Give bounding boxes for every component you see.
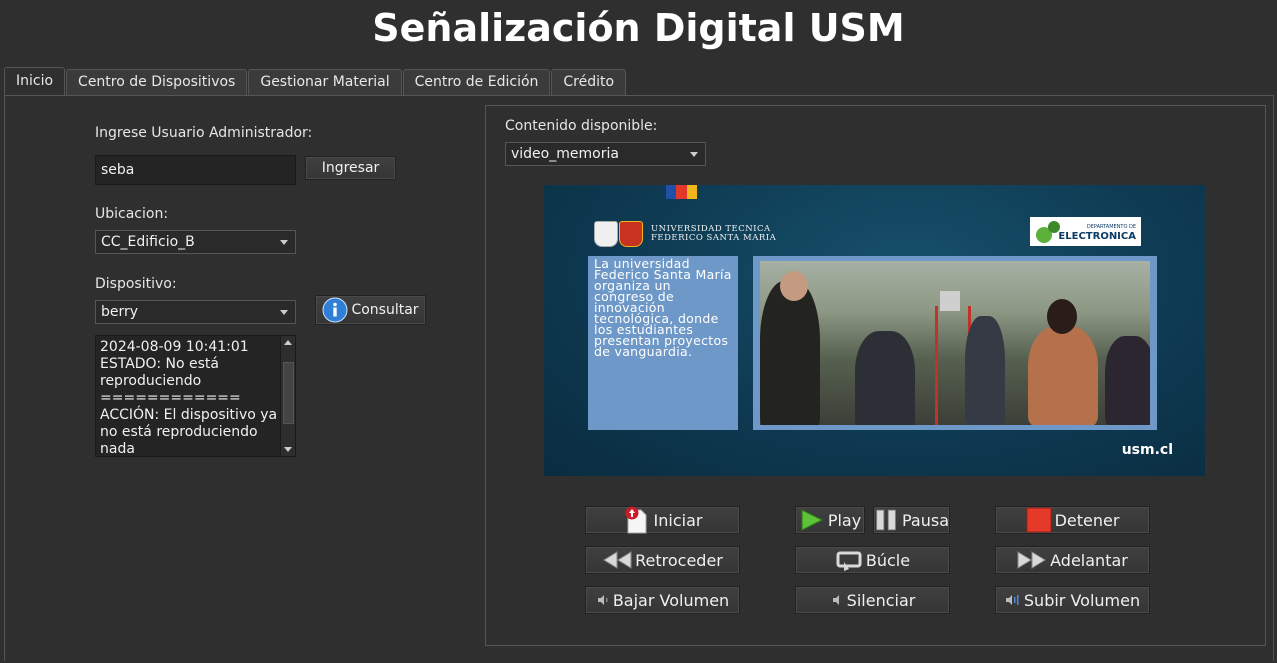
tab-credito[interactable]: Crédito [551, 69, 627, 95]
tab-centro-edicion[interactable]: Centro de Edición [402, 69, 551, 95]
bucle-label: Búcle [865, 550, 911, 570]
dept-label: ELECTRONICA [1058, 230, 1136, 242]
tab-gestionar-material[interactable]: Gestionar Material [248, 69, 402, 95]
content-select-value: video_memoria [511, 146, 619, 162]
adelantar-label: Adelantar [1050, 550, 1128, 570]
scroll-up-icon[interactable] [284, 340, 292, 345]
bucle-button[interactable]: Búcle [795, 546, 950, 574]
play-button[interactable]: Play [795, 506, 865, 534]
consultar-button[interactable]: Consultar [315, 295, 426, 325]
iniciar-label: Iniciar [653, 510, 703, 530]
device-label: Dispositivo: [95, 276, 177, 292]
stop-icon [1026, 507, 1052, 533]
retroceder-button[interactable]: Retroceder [585, 546, 740, 574]
bajar-volumen-label: Bajar Volumen [612, 590, 730, 610]
log-line: ESTADO: No está reproduciendo [100, 356, 219, 389]
chevron-down-icon [690, 151, 698, 157]
log-scrollbar[interactable] [280, 336, 295, 456]
video-preview: UNIVERSIDAD TECNICA FEDERICO SANTA MARIA… [544, 185, 1205, 476]
volume-down-icon [597, 595, 608, 605]
app-title: Señalización Digital USM [372, 6, 905, 50]
video-footer: usm.cl [1121, 442, 1173, 458]
location-label: Ubicacion: [95, 206, 169, 222]
university-line-2: FEDERICO SANTA MARIA [651, 233, 777, 243]
pausa-button[interactable]: Pausa [873, 506, 950, 534]
tab-inicio[interactable]: Inicio [4, 67, 66, 96]
chevron-down-icon [280, 239, 288, 245]
ingresar-button[interactable]: Ingresar [305, 156, 396, 180]
content-label: Contenido disponible: [505, 118, 658, 134]
retroceder-label: Retroceder [635, 550, 723, 570]
volume-up-icon [1005, 595, 1019, 605]
adelantar-button[interactable]: Adelantar [995, 546, 1150, 574]
silenciar-button[interactable]: Silenciar [795, 586, 950, 614]
subir-volumen-button[interactable]: Subir Volumen [995, 586, 1150, 614]
university-name: UNIVERSIDAD TECNICA FEDERICO SANTA MARIA [651, 225, 776, 243]
rewind-icon [603, 551, 632, 569]
upload-file-icon [625, 506, 647, 534]
pausa-label: Pausa [901, 510, 949, 530]
device-select[interactable]: berry [95, 300, 296, 324]
scroll-thumb[interactable] [283, 362, 294, 424]
chevron-down-icon [280, 309, 288, 315]
log-line: ============ [100, 390, 241, 406]
usm-crest-icon [594, 221, 618, 247]
device-status-log[interactable]: 2024-08-09 10:41:01 ESTADO: No está repr… [95, 335, 296, 457]
shield-icon [619, 221, 643, 247]
flag-stripes [666, 185, 697, 199]
iniciar-button[interactable]: Iniciar [585, 506, 740, 534]
detener-label: Detener [1054, 510, 1120, 530]
location-select-value: CC_Edificio_B [101, 234, 195, 250]
tab-bar: Inicio Centro de Dispositivos Gestionar … [4, 67, 627, 96]
bajar-volumen-button[interactable]: Bajar Volumen [585, 586, 740, 614]
device-select-value: berry [101, 304, 139, 320]
tab-centro-dispositivos[interactable]: Centro de Dispositivos [66, 69, 248, 95]
scroll-down-icon[interactable] [284, 447, 292, 452]
admin-user-label: Ingrese Usuario Administrador: [95, 125, 313, 141]
mute-icon [832, 595, 839, 605]
admin-user-input[interactable]: seba [95, 155, 296, 185]
log-line: 2024-08-09 10:41:01 [100, 339, 249, 355]
detener-button[interactable]: Detener [995, 506, 1150, 534]
fast-forward-icon [1017, 551, 1047, 569]
subir-volumen-label: Subir Volumen [1023, 590, 1141, 610]
play-icon [801, 509, 824, 531]
content-select[interactable]: video_memoria [505, 142, 706, 166]
video-photo [753, 256, 1157, 430]
pause-icon [876, 509, 896, 531]
consultar-label: Consultar [351, 302, 419, 318]
silenciar-label: Silenciar [846, 590, 916, 610]
log-line: ACCIÓN: El dispositivo ya no está reprod… [100, 407, 278, 457]
info-icon [322, 297, 348, 323]
play-label: Play [827, 510, 862, 530]
dept-logo: DEPARTAMENTO DE ELECTRONICA [1030, 217, 1141, 246]
video-caption: La universidad Federico Santa María orga… [588, 256, 738, 430]
loop-icon [836, 551, 862, 571]
location-select[interactable]: CC_Edificio_B [95, 230, 296, 254]
